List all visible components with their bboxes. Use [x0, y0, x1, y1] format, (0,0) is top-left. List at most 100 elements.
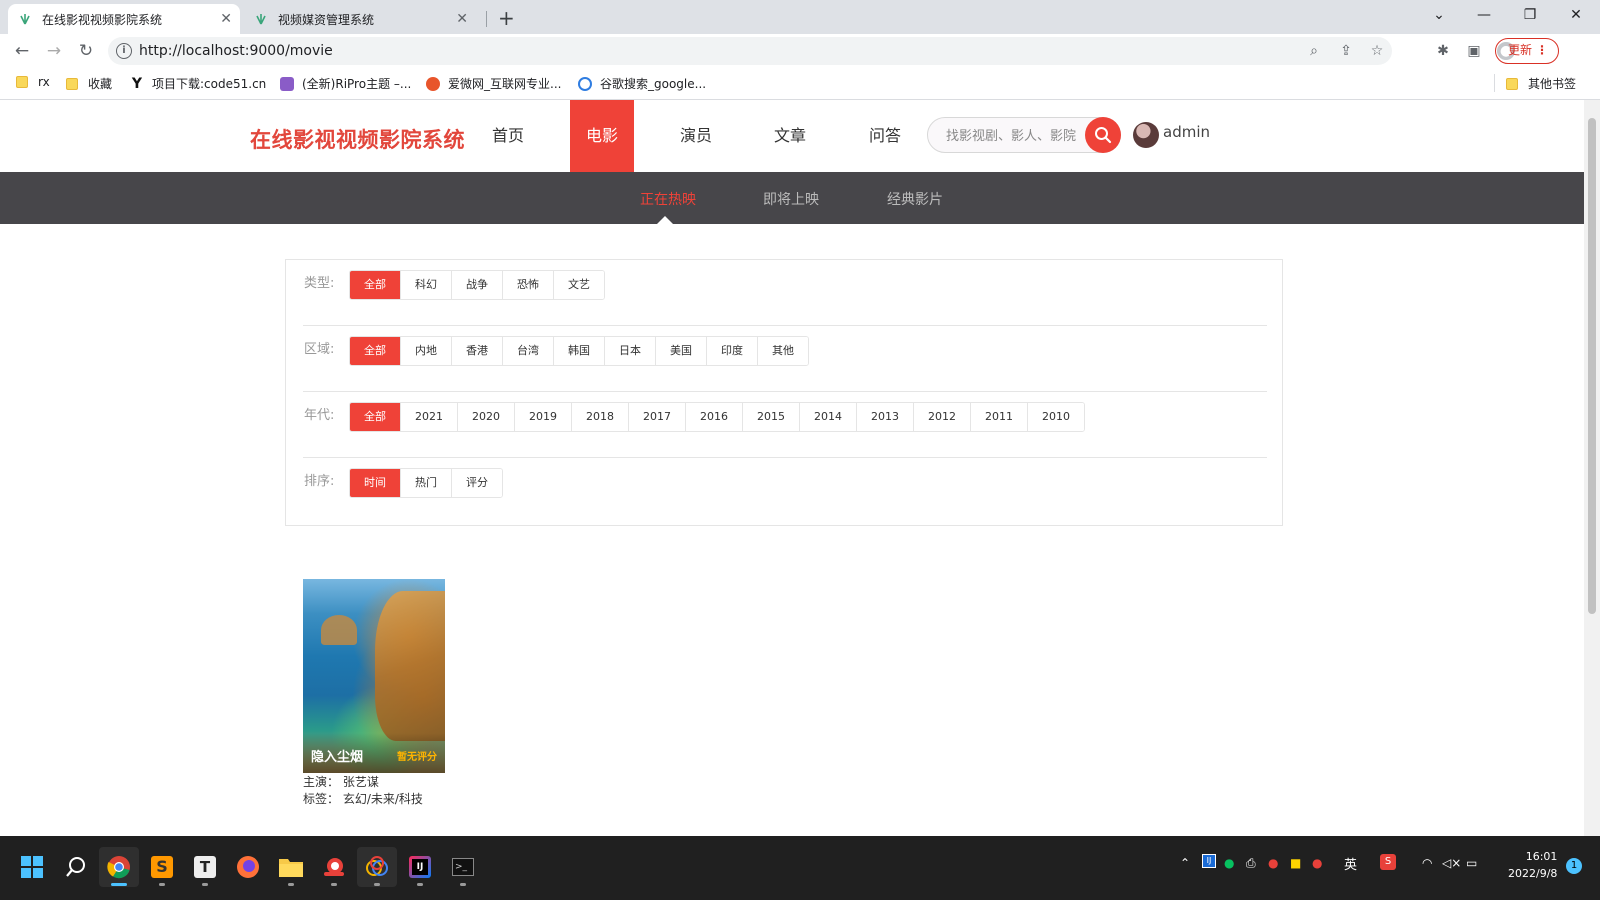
terminal-icon[interactable]: >_: [443, 847, 483, 887]
subnav-now-showing[interactable]: 正在热映: [640, 189, 696, 209]
snail-app-icon[interactable]: [314, 847, 354, 887]
file-explorer-icon[interactable]: [271, 847, 311, 887]
filter-option[interactable]: 美国: [656, 337, 707, 365]
search-icon[interactable]: [56, 847, 96, 887]
back-icon[interactable]: ←: [10, 40, 34, 62]
filter-option[interactable]: 文艺: [554, 271, 604, 299]
subnav-classic[interactable]: 经典影片: [887, 189, 943, 209]
forward-icon[interactable]: →: [42, 40, 66, 62]
windows-start-icon[interactable]: [12, 847, 52, 887]
wifi-icon[interactable]: ◠: [1422, 856, 1432, 870]
filter-option[interactable]: 热门: [401, 469, 452, 497]
nav-actors[interactable]: 演员: [664, 100, 728, 172]
side-panel-icon[interactable]: ▣: [1465, 42, 1483, 60]
filter-option[interactable]: 科幻: [401, 271, 452, 299]
filter-option[interactable]: 恐怖: [503, 271, 554, 299]
nav-movies[interactable]: 电影: [570, 100, 634, 172]
nav-qa[interactable]: 问答: [853, 100, 917, 172]
network-device-icon[interactable]: ⎙: [1246, 856, 1256, 871]
reload-icon[interactable]: ↻: [74, 40, 98, 62]
filter-option[interactable]: 评分: [452, 469, 502, 497]
close-tab-icon[interactable]: ✕: [456, 11, 468, 27]
filter-option[interactable]: 2018: [572, 403, 629, 431]
qq-icon[interactable]: ●: [1312, 856, 1322, 870]
filter-option[interactable]: 2020: [458, 403, 515, 431]
filter-option[interactable]: 2011: [971, 403, 1028, 431]
firefox-icon[interactable]: [228, 847, 268, 887]
avatar[interactable]: [1133, 122, 1159, 148]
intellij-icon[interactable]: IJ: [400, 847, 440, 887]
filter-option[interactable]: 2010: [1028, 403, 1084, 431]
filter-option[interactable]: 韩国: [554, 337, 605, 365]
filter-option[interactable]: 2021: [401, 403, 458, 431]
search-button[interactable]: [1085, 117, 1121, 153]
notification-badge[interactable]: 1: [1566, 858, 1582, 874]
color-app-icon[interactable]: ■: [1290, 856, 1301, 870]
filter-option[interactable]: 2014: [800, 403, 857, 431]
minimize-icon[interactable]: —: [1461, 4, 1507, 26]
filter-option[interactable]: 台湾: [503, 337, 554, 365]
filter-option[interactable]: 2016: [686, 403, 743, 431]
bookmark-item[interactable]: 爱微网_互联网专业...: [426, 75, 561, 92]
sogou-icon[interactable]: S: [1380, 854, 1396, 870]
filter-option[interactable]: 其他: [758, 337, 808, 365]
movie-poster[interactable]: 隐入尘烟 暂无评分: [303, 579, 445, 773]
extensions-icon[interactable]: ✱: [1434, 42, 1452, 60]
taskbar-clock[interactable]: 16:01 2022/9/8: [1508, 848, 1557, 882]
filter-option[interactable]: 2012: [914, 403, 971, 431]
scrollbar-thumb[interactable]: [1588, 118, 1596, 614]
ime-indicator[interactable]: 英: [1344, 854, 1357, 873]
tray-overflow-icon[interactable]: ⌃: [1180, 856, 1190, 870]
filter-option[interactable]: 战争: [452, 271, 503, 299]
site-info-icon[interactable]: i: [116, 43, 132, 59]
filter-option[interactable]: 全部: [350, 337, 401, 365]
update-button[interactable]: 更新 ⋮: [1495, 38, 1559, 64]
filter-option[interactable]: 内地: [401, 337, 452, 365]
username[interactable]: admin: [1163, 123, 1210, 141]
bookmark-item[interactable]: rx: [16, 75, 50, 89]
filter-option[interactable]: 印度: [707, 337, 758, 365]
filter-option[interactable]: 2015: [743, 403, 800, 431]
address-bar[interactable]: i http://localhost:9000/movie ⌕ ⇪ ☆: [108, 37, 1392, 65]
browser-tab[interactable]: 视频媒资管理系统 ✕: [244, 4, 476, 34]
browser-tab-active[interactable]: 在线影视视频影院系统 ✕: [8, 4, 240, 34]
other-bookmarks[interactable]: 其他书签: [1506, 75, 1576, 92]
filter-option[interactable]: 2017: [629, 403, 686, 431]
battery-icon[interactable]: ▭: [1466, 856, 1477, 870]
close-window-icon[interactable]: ✕: [1553, 4, 1599, 26]
sublime-icon[interactable]: S: [142, 847, 182, 887]
bookmark-star-icon[interactable]: ☆: [1367, 41, 1387, 61]
filter-option[interactable]: 时间: [350, 469, 401, 497]
filter-option[interactable]: 2019: [515, 403, 572, 431]
close-tab-icon[interactable]: ✕: [220, 11, 232, 27]
page-scrollbar[interactable]: [1584, 100, 1600, 836]
filter-option[interactable]: 全部: [350, 403, 401, 431]
bookmark-item[interactable]: 收藏: [66, 75, 112, 92]
chrome-icon[interactable]: [99, 847, 139, 887]
site-logo[interactable]: 在线影视视频影院系统: [250, 124, 465, 154]
nav-articles[interactable]: 文章: [758, 100, 822, 172]
filter-option[interactable]: 日本: [605, 337, 656, 365]
subnav-coming-soon[interactable]: 即将上映: [763, 189, 819, 209]
filter-option[interactable]: 2013: [857, 403, 914, 431]
app-icon[interactable]: [357, 847, 397, 887]
new-tab-icon[interactable]: +: [498, 6, 515, 30]
filter-option[interactable]: 全部: [350, 271, 401, 299]
search-input[interactable]: [946, 126, 1076, 144]
wechat-icon[interactable]: ●: [1224, 856, 1234, 870]
url-text[interactable]: http://localhost:9000/movie: [139, 43, 333, 59]
intellij-tray-icon[interactable]: IJ: [1202, 854, 1216, 868]
qq-icon[interactable]: ●: [1268, 856, 1278, 870]
movie-card[interactable]: 隐入尘烟 暂无评分 主演： 张艺谋 标签： 玄幻/未来/科技: [303, 579, 445, 807]
bookmark-item[interactable]: 谷歌搜索_google...: [578, 75, 706, 92]
bookmark-item[interactable]: (全新)RiPro主题 –...: [280, 75, 411, 92]
share-icon[interactable]: ⇪: [1336, 41, 1356, 61]
zoom-icon[interactable]: ⌕: [1304, 41, 1324, 61]
restore-icon[interactable]: ❐: [1507, 4, 1553, 26]
bookmark-item[interactable]: Y 项目下载:code51.cn: [130, 75, 266, 92]
volume-muted-icon[interactable]: ◁×: [1442, 856, 1461, 870]
tab-search-icon[interactable]: ⌄: [1416, 4, 1462, 26]
filter-option[interactable]: 香港: [452, 337, 503, 365]
typora-icon[interactable]: T: [185, 847, 225, 887]
nav-home[interactable]: 首页: [476, 100, 540, 172]
